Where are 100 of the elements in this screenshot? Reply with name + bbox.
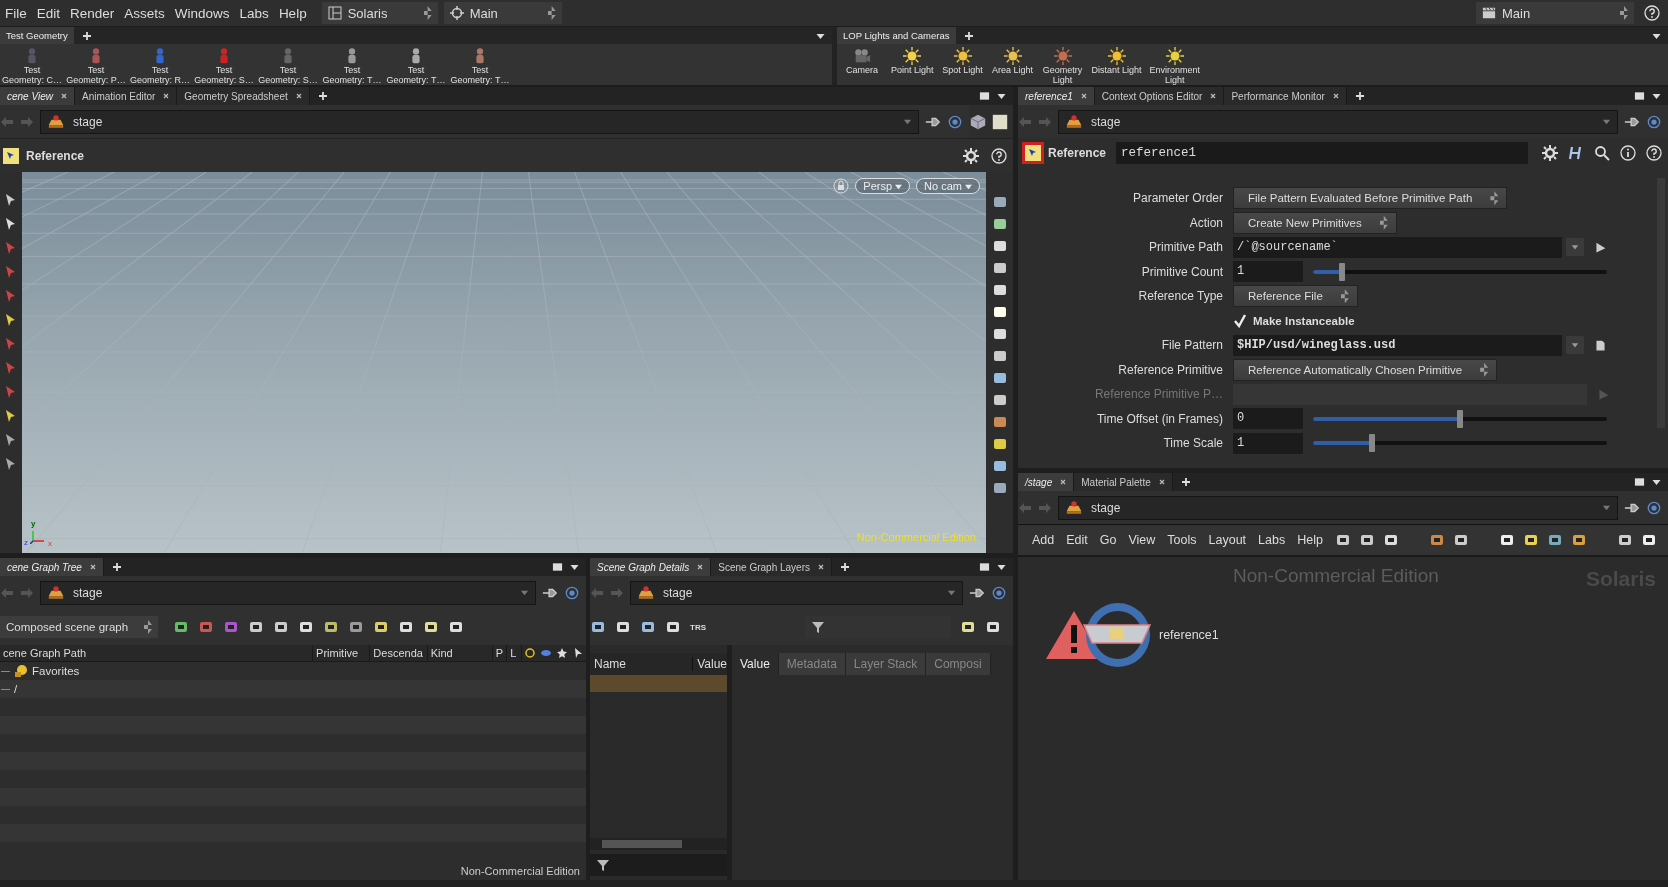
add-tab-icon[interactable] [111,562,122,572]
desktop-selector[interactable]: Solaris [321,2,438,24]
close-icon[interactable] [1332,93,1339,99]
pane-tab[interactable]: Animation Editor [74,87,178,105]
shelf-tool[interactable]: Geometry Light [1037,47,1088,85]
menu-item[interactable]: Labs [1258,533,1286,547]
menu-item[interactable]: Render [65,5,120,21]
parameter-field[interactable]: 1 [1233,432,1303,454]
menu-item[interactable]: Go [1099,533,1117,547]
viewport-layout-selector[interactable]: Main [443,2,562,24]
path-field[interactable]: stage [40,109,919,134]
shelf-tool[interactable]: Test Geometry: S… [192,47,256,85]
menu-item[interactable]: Tools [1167,533,1197,547]
menu-item[interactable]: Windows [169,5,235,21]
viewport[interactable]: Persp No cam y z x Non-Commercial Edition [22,172,986,553]
shelf-tool[interactable]: Test Geometry: S… [256,47,320,85]
display-option-icon[interactable] [991,326,1008,342]
column-header[interactable]: Value [693,657,727,671]
close-icon[interactable] [295,93,302,99]
shelf-tool[interactable]: Test Geometry: C… [0,47,64,85]
maximize-icon[interactable] [979,91,990,101]
maximize-icon[interactable] [1634,91,1645,101]
node-drawing[interactable] [1082,601,1154,669]
column-header[interactable]: Name [590,657,694,671]
tree-item[interactable]: Favorites [32,665,80,677]
display-option-icon[interactable] [991,348,1008,364]
add-tab-icon[interactable] [317,91,328,101]
add-tab-icon[interactable] [1180,477,1191,487]
add-tab-icon[interactable] [963,30,974,41]
display-option-icon[interactable] [991,260,1008,276]
maximize-icon[interactable] [552,562,563,572]
cube-icon[interactable] [969,112,987,131]
dropdown-arrow-icon[interactable] [1651,91,1662,101]
display-option-icon[interactable] [991,458,1008,474]
shelf-tool[interactable]: Test Geometry: T… [320,47,384,85]
pane-tab[interactable]: /stage [1018,473,1075,491]
slider-thumb[interactable] [1339,262,1346,281]
parameter-field[interactable]: /`@sourcename` [1233,236,1562,258]
shelf-tool[interactable]: Point Light [887,47,938,75]
add-tab-icon[interactable] [81,30,92,41]
menu-item[interactable]: Assets [119,5,170,21]
path-field[interactable]: stage [40,580,536,605]
display-option-icon[interactable] [991,370,1008,386]
display-option-icon[interactable] [991,282,1008,298]
close-icon[interactable] [89,564,96,570]
display-option-icon[interactable] [991,304,1008,320]
column-header[interactable]: L [507,645,522,661]
dropdown-arrow-icon[interactable] [1651,477,1662,487]
path-field[interactable]: stage [1058,495,1618,520]
node-name[interactable]: reference1 [1159,628,1219,642]
pane-tab[interactable]: Context Options Editor [1094,87,1225,105]
shelf-tool[interactable]: Area Light [987,47,1038,75]
slider-track[interactable] [1313,416,1607,421]
dropdown-arrow-icon[interactable] [996,562,1007,572]
parameter-field[interactable]: 1 [1233,261,1303,283]
display-option-icon[interactable] [991,238,1008,254]
parameter-menu[interactable]: Reference File [1233,285,1358,308]
close-icon[interactable] [1080,93,1087,99]
menu-item[interactable]: Edit [31,5,66,21]
close-icon[interactable] [163,93,170,99]
menu-item[interactable]: Add [1032,533,1055,547]
shelf-tool[interactable]: Camera [837,47,887,75]
shelf-tool[interactable]: Test Geometry: R… [128,47,192,85]
parameter-field[interactable]: $HIP/usd/wineglass.usd [1233,334,1562,356]
parameter-menu[interactable]: Create New Primitives [1233,211,1397,234]
node-name-field[interactable]: reference1 [1116,142,1528,164]
add-tab-icon[interactable] [1354,91,1365,101]
shelf-tab[interactable]: Test Geometry [0,27,74,44]
close-icon[interactable] [697,564,704,570]
display-option-icon[interactable] [991,216,1008,232]
display-option-icon[interactable] [991,436,1008,452]
maximize-icon[interactable] [1634,477,1645,487]
slider-track[interactable] [1313,269,1607,274]
column-header[interactable]: Kind [427,645,493,661]
close-icon[interactable] [1060,479,1067,485]
menu-item[interactable]: Help [1297,533,1323,547]
close-icon[interactable] [1210,93,1217,99]
slider-thumb[interactable] [1368,434,1375,453]
pane-tab[interactable]: Scene Graph Layers [711,558,832,576]
pane-tab[interactable]: reference1 [1018,87,1095,105]
column-header[interactable]: Descenda [370,645,428,661]
shelf-tool[interactable]: Test Geometry: T… [448,47,512,85]
scene-selector[interactable]: Main [1476,2,1634,24]
close-icon[interactable] [818,564,824,570]
close-icon[interactable] [1158,479,1165,485]
maximize-icon[interactable] [979,562,990,572]
pane-tab[interactable]: cene View [0,87,75,105]
column-header[interactable]: cene Graph Path [0,645,314,661]
pane-tab[interactable]: Performance Monitor [1224,87,1347,105]
slider-track[interactable] [1313,441,1607,446]
menu-item[interactable]: View [1128,533,1156,547]
parameter-field[interactable]: 0 [1233,408,1303,430]
square-icon[interactable] [991,112,1009,131]
display-option-icon[interactable] [991,392,1008,408]
view-menu[interactable]: Persp [855,178,911,194]
tree-item[interactable]: / [14,683,18,695]
shelf-tool[interactable]: Environment Light [1145,47,1205,85]
shelf-tab[interactable]: LOP Lights and Cameras [837,27,956,44]
view-menu[interactable]: No cam [916,178,980,194]
menu-item[interactable]: Labs [234,5,274,21]
